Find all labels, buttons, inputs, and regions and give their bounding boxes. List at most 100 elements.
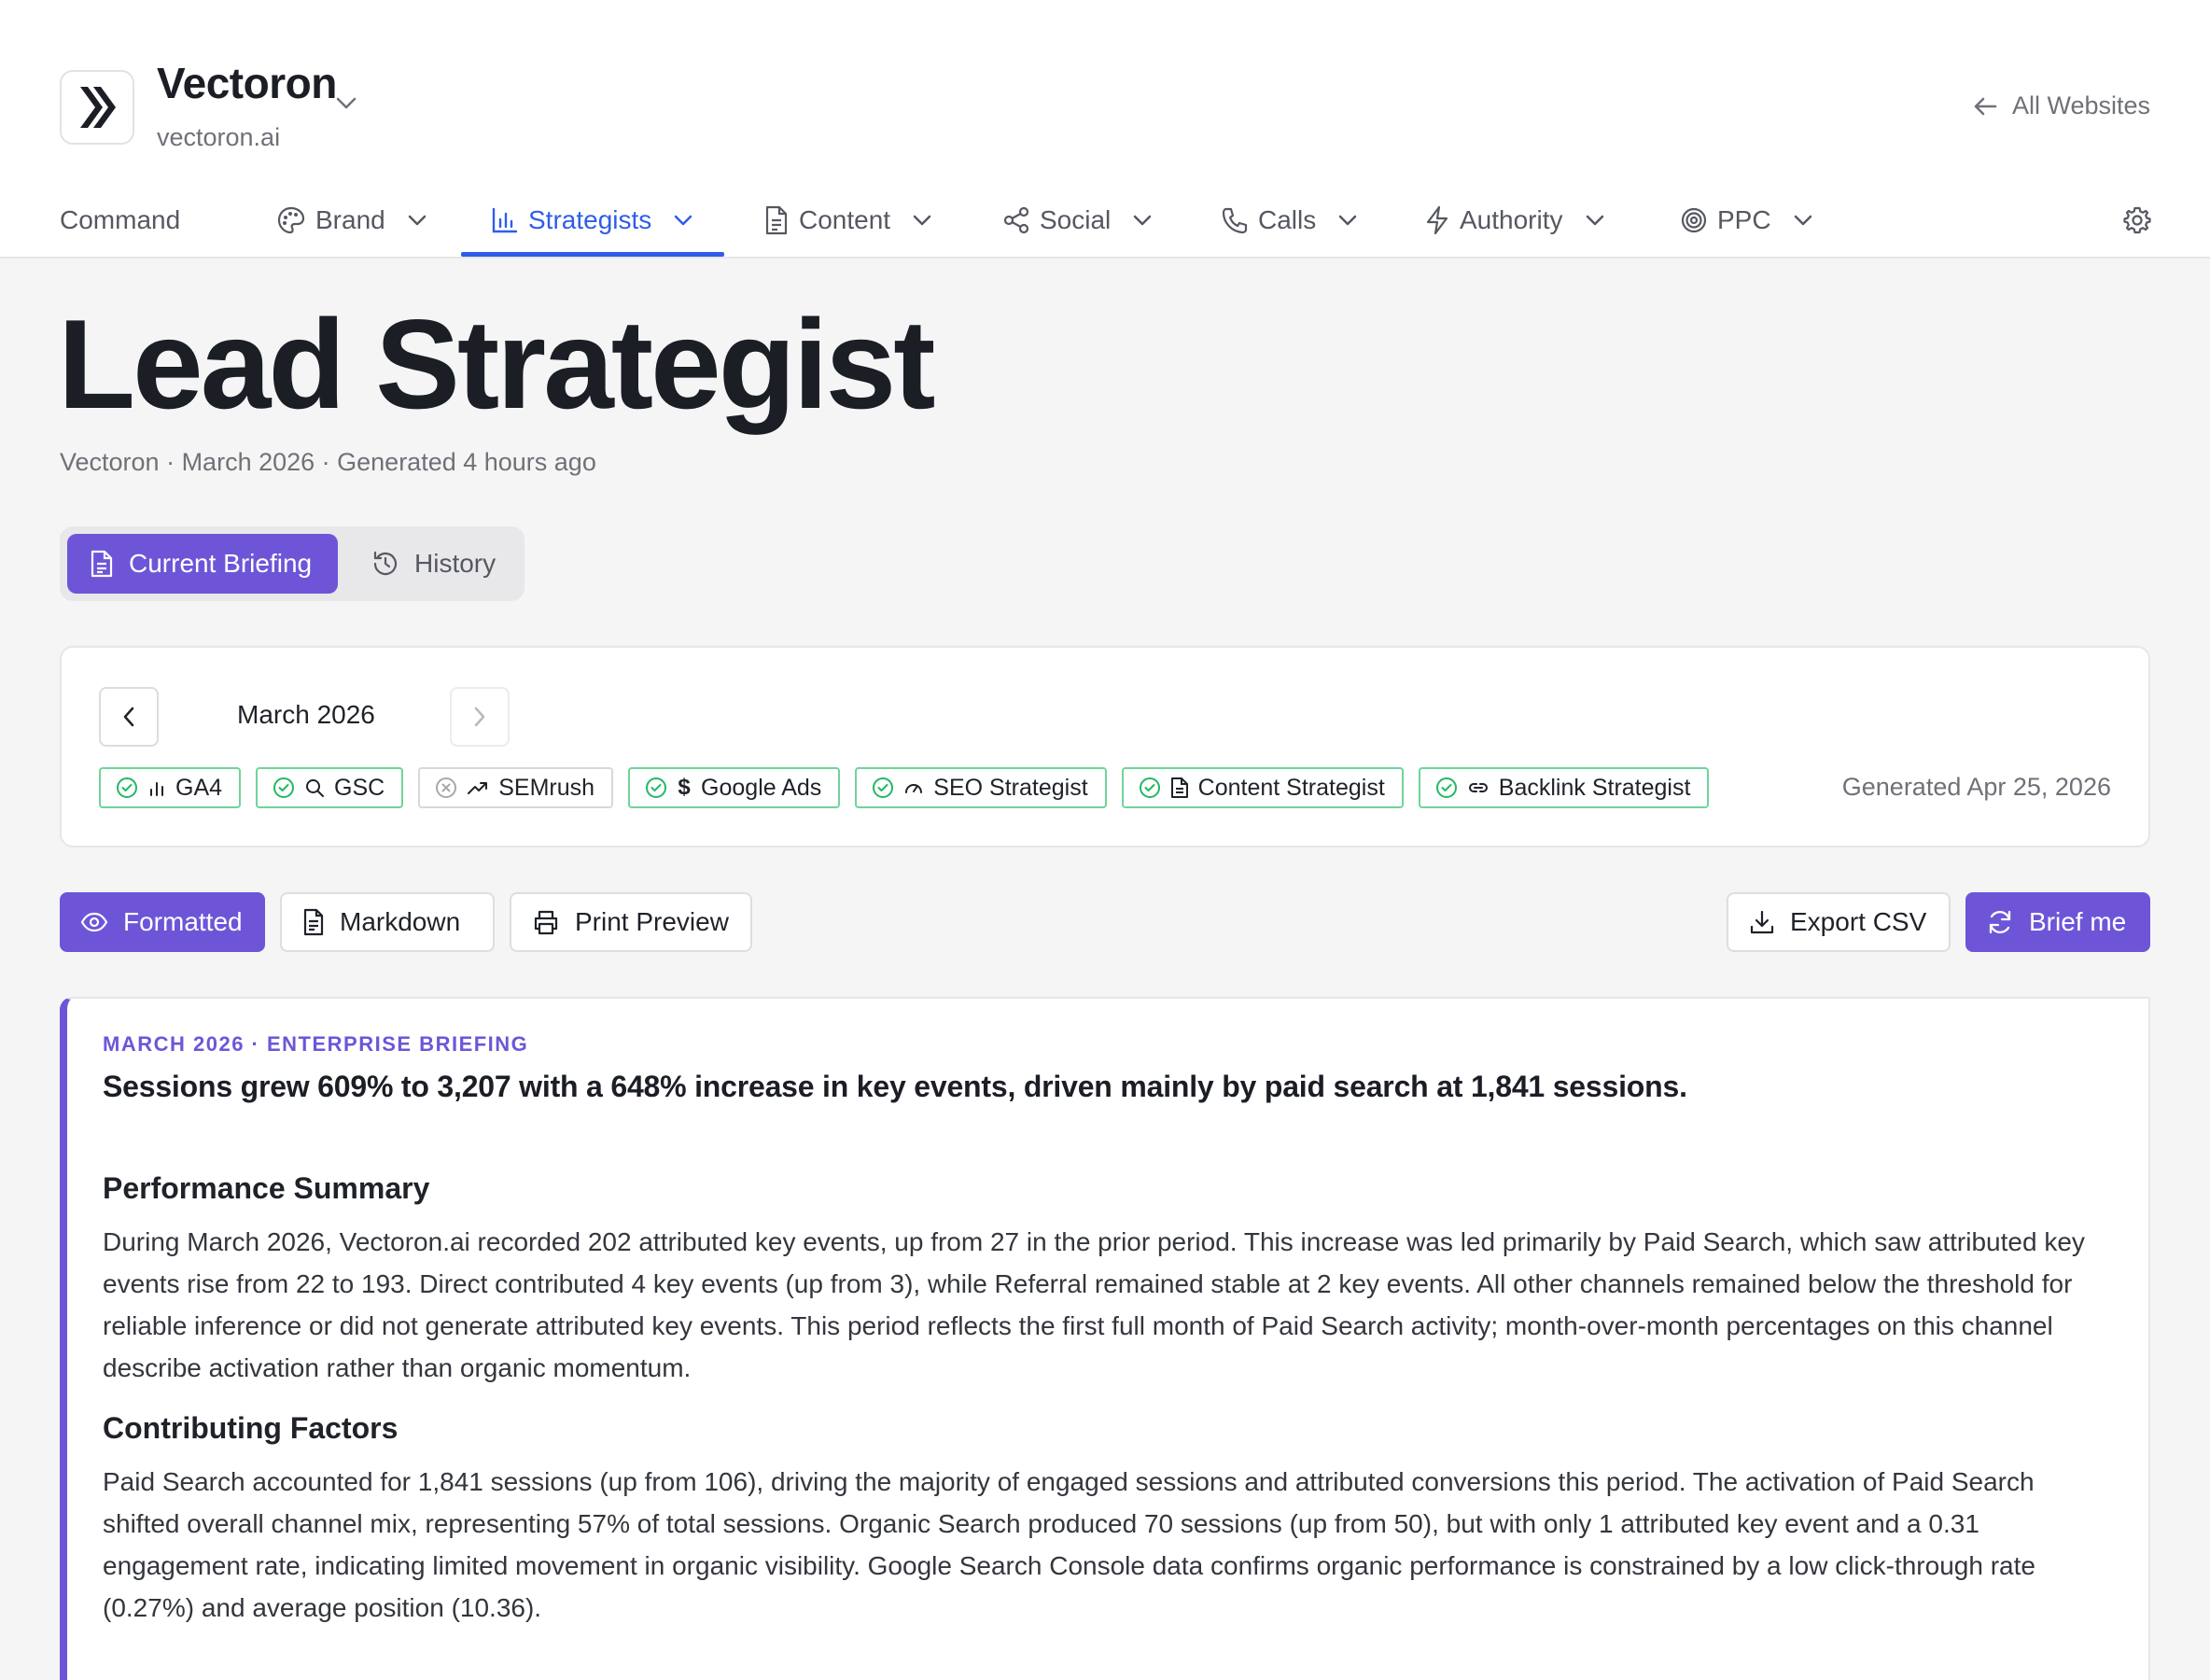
eye-icon — [80, 912, 108, 932]
gear-icon — [2123, 206, 2151, 234]
source-label: Content Strategist — [1197, 774, 1385, 801]
dollar-icon: $ — [678, 775, 691, 800]
site-logo[interactable] — [60, 70, 134, 145]
source-chip-content-strategist: Content Strategist — [1121, 767, 1404, 808]
source-chip-ga4: GA4 — [99, 767, 242, 808]
settings-button[interactable] — [2122, 205, 2152, 235]
history-icon — [373, 551, 398, 576]
export-csv-label: Export CSV — [1790, 907, 1927, 936]
chevron-down-icon — [1794, 215, 1811, 225]
section-title: Performance Summary — [103, 1171, 430, 1205]
formatted-label: Formatted — [123, 907, 243, 936]
nav-command[interactable]: Command — [60, 187, 276, 253]
document-icon — [91, 550, 113, 578]
view-toggle: Current Briefing History — [60, 526, 525, 601]
download-icon — [1750, 910, 1774, 934]
trend-up-icon — [468, 782, 488, 794]
formatted-view-button[interactable]: Formatted — [60, 892, 265, 952]
source-label: GA4 — [175, 774, 223, 801]
chevron-down-icon — [913, 215, 931, 225]
chevron-left-icon — [123, 707, 134, 727]
section-body: Paid Search accounted for 1,841 sessions… — [103, 1467, 2035, 1622]
nav-authority[interactable]: Authority — [1424, 187, 1604, 253]
briefing-headline: Sessions grew 609% to 3,207 with a 648% … — [103, 1070, 1687, 1103]
page-title: Lead Strategist — [58, 293, 935, 435]
check-circle-icon — [1435, 777, 1457, 798]
chevron-down-icon — [1586, 215, 1603, 225]
nav-label: Authority — [1460, 204, 1563, 234]
printer-icon — [534, 910, 558, 935]
gauge-icon — [905, 784, 923, 793]
refresh-icon — [1989, 910, 2011, 934]
nav-calls[interactable]: Calls — [1221, 187, 1357, 253]
x-circle-icon — [436, 777, 457, 798]
current-briefing-tab[interactable]: Current Briefing — [67, 534, 338, 594]
bar-chart-icon — [492, 207, 518, 232]
history-label: History — [414, 549, 497, 578]
nav-strategists-item[interactable]: Strategists — [491, 187, 692, 253]
site-domain: vectoron.ai — [157, 123, 281, 151]
check-circle-icon — [873, 777, 894, 798]
nav-label: PPC — [1717, 204, 1771, 234]
nav-social[interactable]: Social — [1002, 187, 1152, 253]
vectoron-logo-icon — [80, 87, 116, 128]
main-nav: Command Brand — [60, 187, 493, 259]
check-circle-icon — [273, 777, 295, 798]
lightning-icon — [1426, 205, 1448, 234]
nav-label: Command — [60, 204, 181, 234]
palette-icon — [277, 206, 305, 233]
current-briefing-label: Current Briefing — [129, 549, 313, 578]
prev-month-button[interactable] — [99, 687, 159, 747]
nav-label: Content — [799, 204, 891, 234]
source-chip-gsc: GSC — [256, 767, 404, 808]
brief-me-button[interactable]: Brief me — [1965, 892, 2150, 952]
period-card: March 2026 GA4 GSC SEMrush $ Google Ads … — [60, 646, 2150, 847]
nav-ppc[interactable]: PPC — [1680, 187, 1812, 253]
nav-label: Calls — [1258, 204, 1317, 234]
source-label: SEMrush — [498, 774, 595, 801]
print-preview-label: Print Preview — [575, 907, 729, 936]
chevron-down-icon — [1134, 215, 1152, 225]
next-month-button[interactable] — [450, 687, 510, 747]
chevron-down-icon — [1338, 215, 1357, 225]
source-label: Google Ads — [701, 774, 822, 801]
source-chip-seo-strategist: SEO Strategist — [855, 767, 1107, 808]
history-tab[interactable]: History — [349, 534, 518, 594]
search-icon — [306, 779, 325, 797]
nav-label: Social — [1040, 204, 1112, 234]
briefing-eyebrow: MARCH 2026 · ENTERPRISE BRIEFING — [103, 1032, 529, 1056]
share-icon — [1003, 206, 1029, 233]
chevron-right-icon — [474, 707, 485, 727]
page-subtitle: Vectoron · March 2026 · Generated 4 hour… — [60, 448, 596, 476]
print-preview-button[interactable]: Print Preview — [510, 892, 752, 952]
markdown-view-button[interactable]: Markdown — [280, 892, 495, 952]
brief-me-label: Brief me — [2029, 907, 2127, 936]
document-icon — [1170, 777, 1188, 798]
top-header: Vectoron vectoron.ai All Websites Comman… — [0, 0, 2210, 259]
generated-date: Generated Apr 25, 2026 — [1841, 773, 2111, 801]
export-csv-button[interactable]: Export CSV — [1727, 892, 1951, 952]
all-websites-link[interactable]: All Websites — [1973, 91, 2150, 120]
link-icon — [1468, 783, 1488, 792]
source-chip-semrush: SEMrush — [418, 767, 614, 808]
check-circle-icon — [117, 777, 137, 798]
chevron-down-icon — [408, 215, 426, 225]
check-circle-icon — [646, 777, 667, 798]
site-switcher-chevron-icon[interactable] — [336, 97, 357, 110]
section-body: During March 2026, Vectoron.ai recorded … — [103, 1227, 2085, 1382]
briefing-panel: MARCH 2026 · ENTERPRISE BRIEFING Session… — [60, 997, 2150, 1680]
nav-content[interactable]: Content — [763, 187, 931, 253]
data-source-chips: GA4 GSC SEMrush $ Google Ads SEO Strateg… — [99, 767, 1710, 808]
bar-chart-icon — [150, 782, 163, 796]
all-websites-label: All Websites — [2011, 91, 2150, 119]
chevron-down-icon — [675, 215, 692, 225]
nav-brand[interactable]: Brand — [276, 187, 493, 253]
check-circle-icon — [1139, 777, 1160, 798]
source-chip-backlink-strategist: Backlink Strategist — [1418, 767, 1710, 808]
arrow-left-icon — [1974, 97, 1997, 115]
source-chip-google-ads: $ Google Ads — [628, 767, 841, 808]
nav-active-indicator — [461, 252, 724, 257]
site-name[interactable]: Vectoron — [157, 58, 337, 108]
target-icon — [1681, 207, 1707, 232]
source-label: SEO Strategist — [933, 774, 1088, 801]
